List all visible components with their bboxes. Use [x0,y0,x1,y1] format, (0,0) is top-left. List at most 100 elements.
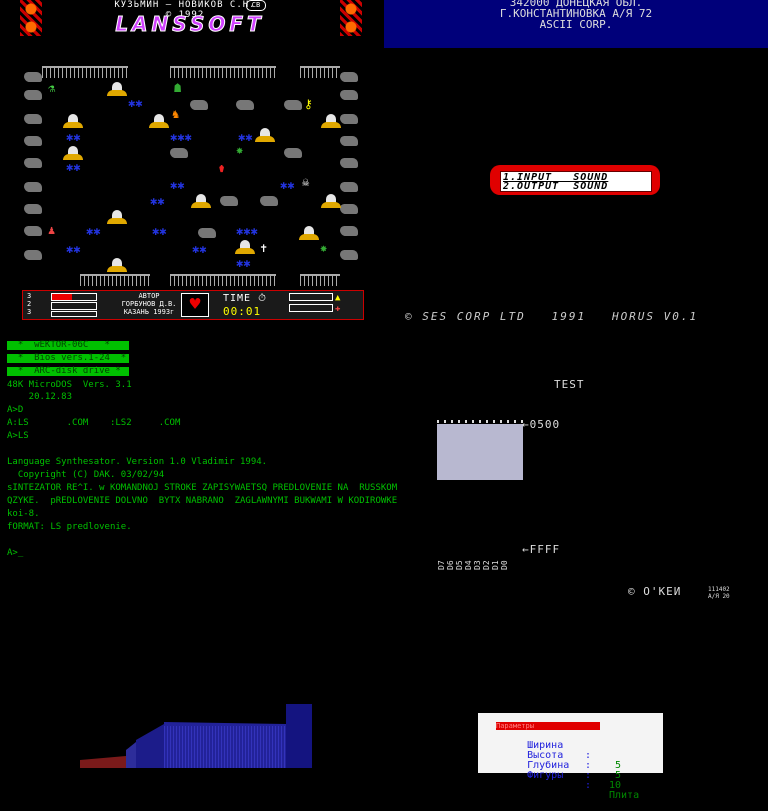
rock [284,100,302,110]
bush: ✱✱ [236,256,251,270]
param-label: Фигуры [527,770,564,781]
bush: ✱✱ [150,194,165,208]
bit-label: D2 [482,560,491,570]
game-board: ✱✱ ✱✱ ✱✱✱ ✱✱ ✱✱ ✱✱ ✱✱ ✱✱ ✱✱ ✱✱ ✱✱✱ ✱✱ ✱✱… [20,62,362,288]
boot-banner: * ARC-disk drive * [7,367,129,376]
grave-mound [191,202,211,208]
bush: ✱✱ [192,242,207,256]
cb-badge: CB [246,0,266,11]
rock [340,136,358,146]
rock [24,114,42,124]
grave-mound [149,122,169,128]
param-row-shape[interactable]: Фигуры : Плита [503,761,653,811]
grave-mound [63,122,83,128]
rock [340,72,358,82]
bush: ✱✱ [152,224,167,238]
counter-value: 3 [27,292,32,300]
rock [190,100,208,110]
bit-label: D3 [473,560,482,570]
bit-label: D1 [491,560,500,570]
address-end: ←FFFF [522,543,561,556]
rock [24,204,42,214]
grave-mound [107,90,127,96]
bush: ✱✱ [66,130,81,144]
rock [24,226,42,236]
rock [340,114,358,124]
spider-icon: ✸ [236,143,244,157]
terminal-line: A>D [7,405,24,415]
cross-icon: ✝ [260,241,268,255]
ornament-left [20,0,42,36]
rock [236,100,254,110]
dos-terminal[interactable]: * wEKTOR-06C * * Bios vers.1-24 * * ARC-… [0,340,397,570]
fence [300,66,340,78]
time-label: TIME ⏱ [223,293,267,304]
terminal-line: A>LS [7,431,29,441]
inventory-bar [289,304,333,312]
terminal-line: 20.12.83 [7,392,73,402]
rock [340,90,358,100]
copyright-line: © SES CORP LTD 1991 HORUS V0.1 [405,310,699,323]
bit-label: D7 [437,560,446,570]
terminal-line: koi-8. [7,509,40,519]
memory-block [437,424,523,480]
flask-icon: ⚱ [218,161,226,175]
bush: ✱✱ [128,96,143,110]
terminal-line: Copyright (C) DAK. 03/02/94 [7,470,165,480]
rock [24,182,42,192]
fence [300,274,340,286]
rock [340,204,358,214]
boot-banner: * wEKTOR-06C * [7,341,129,350]
sound-menu: 1.INPUT SOUND 2.OUTPUT SOUND [490,165,660,195]
rock [24,158,42,168]
grave-mound [107,266,127,272]
rock [24,90,42,100]
fence [80,274,150,286]
terminal-line: QZYKE. pREDLOVENIE DOLVNO BYTX NABRANO Z… [7,496,398,506]
address-banner: 342000 ДОНЕЦКАЯ ОБЛ. Г.КОНСТАНТИНОВКА А/… [384,0,768,48]
grave-mound [255,136,275,142]
health-bar [51,293,97,301]
bit-label: D6 [446,560,455,570]
ornament-right [340,0,362,36]
grave-mound [321,122,341,128]
cross-icon: ✚ [335,304,341,314]
terminal-line: fORMAT: LS predlovenie. [7,522,132,532]
rock [220,196,238,206]
param-value: Плита [609,790,640,801]
counter-column: 3 2 3 [27,292,31,316]
rock [170,148,188,158]
bit-label: D0 [500,560,509,570]
time-value: 00:01 [223,305,262,318]
terminal-line: Language Synthesator. Version 1.0 Vladim… [7,457,268,467]
arrow-up-icon: ▲ [335,293,341,303]
bush: ✱✱✱ [170,130,192,144]
address-line: ASCII CORP. [539,18,613,31]
address-start: ←0500 [522,418,561,431]
fence [42,66,128,78]
rock [24,136,42,146]
rock [24,72,42,82]
terminal-line: sINTEZATOR RE^I. w KOMANDNOJ STROKE ZAPI… [7,483,398,493]
status-panel: 3 2 3 АВТОР ГОРБУНОВ Д.В. КАЗАНЬ 1993г ♥… [22,290,364,320]
rock [340,250,358,260]
terminal-line: 48K MicroDOS Vers. 3.1 [7,380,132,390]
boot-banner: * Bios vers.1-24 * [7,354,129,363]
bush: ✱✱ [170,178,185,192]
menu-item-output-sound[interactable]: 2.OUTPUT SOUND [503,182,649,192]
rock [340,226,358,236]
wireframe-building [80,700,320,768]
terminal-line: A:LS .COM :LS2 .COM [7,418,181,428]
bit-label: D5 [455,560,464,570]
bush: ✱✱ [66,160,81,174]
test-title: TEST [554,378,585,391]
potion-icon: ⚗ [48,81,56,95]
counter-value: 3 [27,308,32,316]
clock-icon: ⏱ [258,293,267,304]
command-prompt[interactable]: A>_ [7,548,23,558]
energy-bar [51,302,97,310]
fence [170,274,276,286]
ammo-bar [51,311,97,317]
inventory-bar [289,293,333,301]
bush: ✱✱✱ [236,224,258,238]
